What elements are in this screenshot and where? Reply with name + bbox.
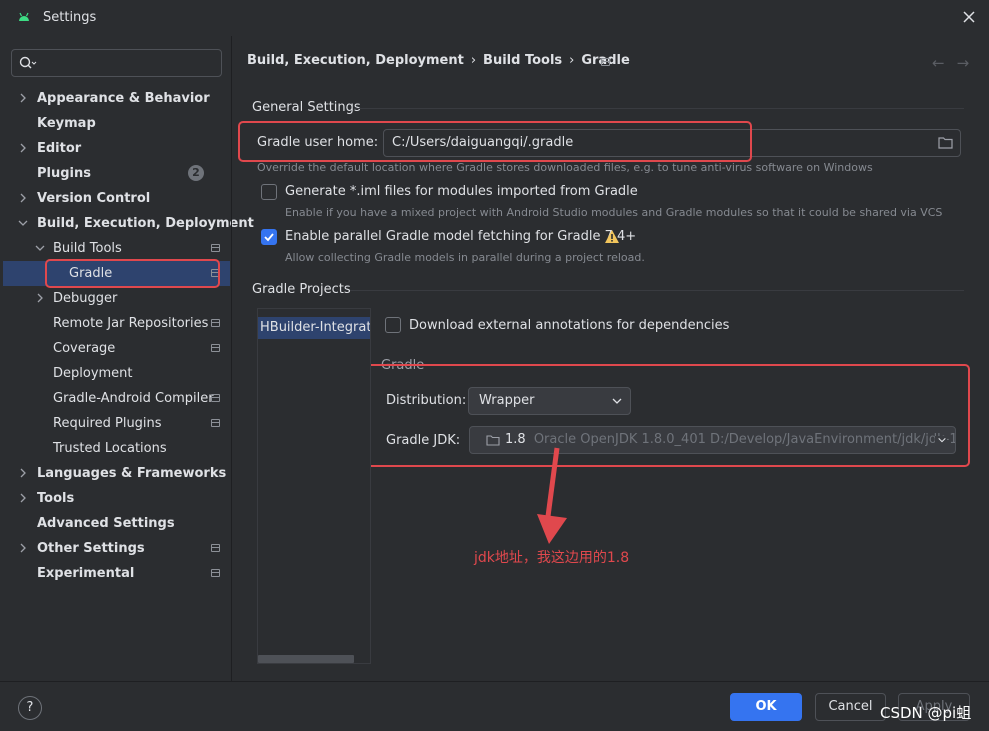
window-title: Settings [43, 10, 97, 25]
tree-item-languages-frameworks[interactable]: Languages & Frameworks [37, 461, 226, 486]
tree-item-build-tools[interactable]: Build Tools [53, 236, 122, 261]
tree-item-appearance[interactable]: Appearance & Behavior [37, 86, 210, 111]
project-level-icon [211, 244, 220, 252]
settings-search-input[interactable] [11, 49, 222, 77]
tree-item-editor[interactable]: Editor [37, 136, 81, 161]
chevron-down-icon[interactable] [18, 218, 28, 228]
annotation-highlight-box [238, 121, 752, 162]
breadcrumb-item[interactable]: Build Tools [483, 53, 562, 68]
gradle-projects-title: Gradle Projects [252, 282, 351, 297]
chevron-right-icon[interactable] [18, 493, 28, 503]
list-item[interactable]: HBuilder-Integrate- [258, 317, 370, 339]
chevron-right-icon[interactable] [18, 193, 28, 203]
chevron-right-icon[interactable] [18, 468, 28, 478]
section-divider [350, 290, 964, 291]
parallel-fetching-hint: Allow collecting Gradle models in parall… [285, 251, 645, 264]
general-settings-title: General Settings [252, 100, 361, 115]
annotation-highlight-box [45, 259, 220, 288]
back-arrow-icon[interactable]: ← [932, 54, 957, 72]
search-icon [19, 56, 37, 69]
project-level-icon [211, 419, 220, 427]
settings-sidebar: Appearance & Behavior Keymap Editor Plug… [0, 36, 254, 681]
cancel-button[interactable]: Cancel [815, 693, 886, 721]
tree-item-version-control[interactable]: Version Control [37, 186, 150, 211]
breadcrumb-separator: › [470, 53, 477, 68]
parallel-fetching-checkbox[interactable] [261, 229, 277, 245]
section-divider [354, 108, 964, 109]
generate-iml-hint: Enable if you have a mixed project with … [285, 206, 943, 219]
project-level-icon [211, 319, 220, 327]
tree-item-gradle-android-compiler[interactable]: Gradle-Android Compiler [53, 386, 214, 411]
tree-item-required-plugins[interactable]: Required Plugins [53, 411, 162, 436]
footer-divider [0, 681, 989, 682]
folder-icon[interactable] [938, 136, 953, 149]
tree-item-build-execution-deployment[interactable]: Build, Execution, Deployment [37, 211, 254, 236]
annotation-text: jdk地址，我这边用的1.8 [474, 550, 630, 566]
tree-item-debugger[interactable]: Debugger [53, 286, 117, 311]
gradle-user-home-hint: Override the default location where Grad… [257, 161, 873, 174]
generate-iml-label[interactable]: Generate *.iml files for modules importe… [285, 184, 638, 199]
help-button[interactable]: ? [18, 696, 42, 720]
tree-item-keymap[interactable]: Keymap [37, 111, 96, 136]
close-icon[interactable] [960, 8, 978, 26]
tree-item-plugins[interactable]: Plugins [37, 161, 91, 186]
chevron-right-icon[interactable] [18, 143, 28, 153]
project-level-icon [601, 58, 610, 66]
chevron-right-icon[interactable] [18, 543, 28, 553]
project-level-icon [211, 544, 220, 552]
tree-item-coverage[interactable]: Coverage [53, 336, 115, 361]
plugins-count-badge: 2 [188, 165, 204, 181]
ok-button[interactable]: OK [730, 693, 802, 721]
chevron-down-icon[interactable] [35, 243, 45, 253]
navigation-arrows: ←→ [932, 54, 981, 72]
breadcrumb-separator: › [569, 53, 575, 68]
gradle-projects-list[interactable]: HBuilder-Integrate- [257, 308, 371, 664]
project-level-icon [211, 344, 220, 352]
download-annotations-checkbox[interactable] [385, 317, 401, 333]
download-annotations-label[interactable]: Download external annotations for depend… [409, 318, 729, 333]
tree-item-trusted-locations[interactable]: Trusted Locations [53, 436, 167, 461]
tree-item-experimental[interactable]: Experimental [37, 561, 134, 586]
parallel-fetching-label[interactable]: Enable parallel Gradle model fetching fo… [285, 229, 636, 244]
title-bar: Settings [0, 0, 989, 36]
project-level-icon [211, 569, 220, 577]
tree-item-deployment[interactable]: Deployment [53, 361, 133, 386]
android-icon [19, 12, 29, 21]
horizontal-scrollbar[interactable] [258, 655, 354, 663]
chevron-right-icon[interactable] [35, 293, 45, 303]
breadcrumb-item[interactable]: Build, Execution, Deployment [247, 53, 464, 68]
annotation-highlight-box [366, 364, 970, 467]
forward-arrow-icon[interactable]: → [957, 54, 982, 72]
tree-item-other-settings[interactable]: Other Settings [37, 536, 145, 561]
tree-item-advanced-settings[interactable]: Advanced Settings [37, 511, 175, 536]
tree-item-remote-jar-repositories[interactable]: Remote Jar Repositories [53, 311, 208, 336]
generate-iml-checkbox[interactable] [261, 184, 277, 200]
warning-icon [605, 230, 619, 243]
checkmark-icon [264, 233, 274, 242]
watermark: CSDN @pi蛆 [880, 704, 972, 722]
breadcrumb: Build, Execution, Deployment › Build Tools… [247, 53, 630, 68]
tree-item-tools[interactable]: Tools [37, 486, 74, 511]
project-level-icon [211, 394, 220, 402]
chevron-right-icon[interactable] [18, 93, 28, 103]
